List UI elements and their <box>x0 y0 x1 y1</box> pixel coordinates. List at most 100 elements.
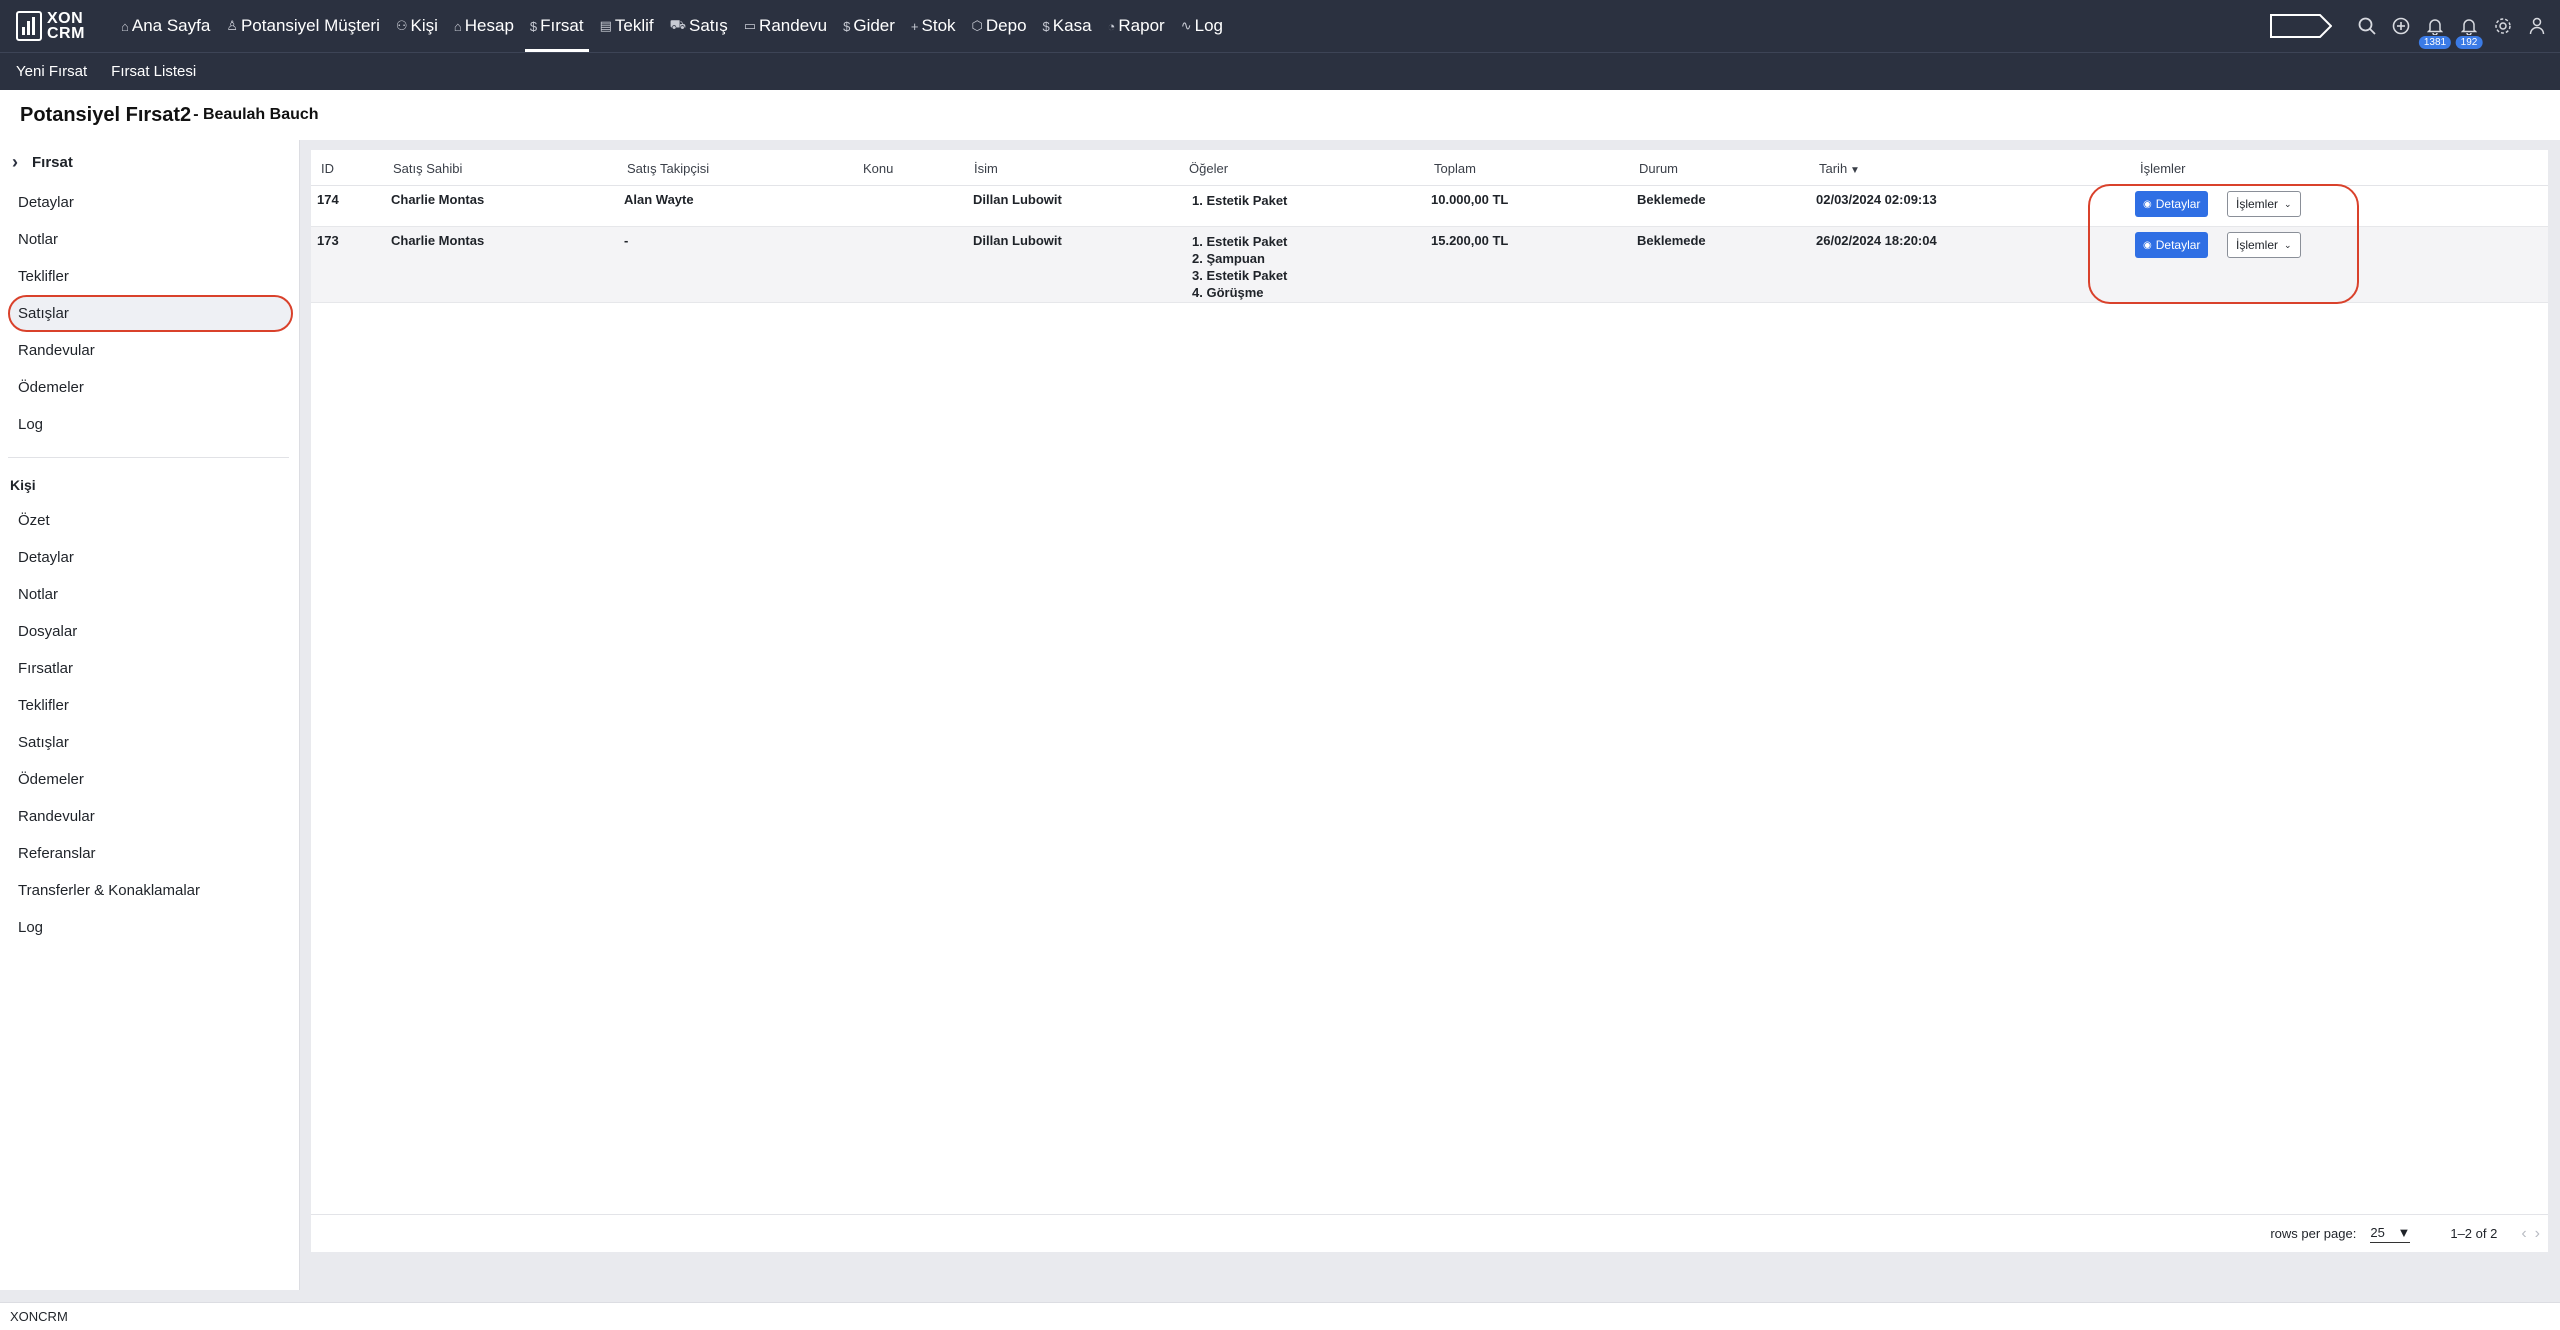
nav-item[interactable]: ⬡ Depo <box>967 0 1032 52</box>
sidebar-item[interactable]: Transferler & Konaklamalar <box>0 872 299 909</box>
list-item: 1. Estetik Paket <box>1192 234 1288 249</box>
cell-date: 02/03/2024 02:09:13 <box>1816 192 1937 207</box>
nav-item[interactable]: $ Fırsat <box>524 0 589 52</box>
table-row: 174 Charlie Montas Alan Wayte Dillan Lubowi… <box>311 186 2548 227</box>
nav-item[interactable]: ♙ Potansiyel Müşteri <box>221 0 385 52</box>
main-nav: ⌂ Ana Sayfa ♙ Potansiyel Müşteri ⚇ Kişi ⌂ Hesap… <box>116 0 1234 52</box>
actions-button-label: İşlemler <box>2236 238 2279 252</box>
sidebar-item[interactable]: Teklifler <box>0 258 299 295</box>
sidebar-item[interactable]: Notlar <box>0 576 299 613</box>
logo-text-line2: CRM <box>47 25 85 42</box>
column-header: İşlemler <box>2140 161 2186 176</box>
sidebar-item[interactable]: Detaylar <box>0 539 299 576</box>
details-button[interactable]: ◉ Detaylar <box>2135 232 2209 258</box>
nav-item[interactable]: ⌂ Ana Sayfa <box>116 0 215 52</box>
tag-icon[interactable] <box>2270 14 2332 38</box>
building-icon: ⌂ <box>453 18 462 34</box>
chevron-down-icon: ⌄ <box>2284 239 2292 250</box>
sidebar-item[interactable]: Dosyalar <box>0 613 299 650</box>
cell-status: Beklemede <box>1637 233 1706 248</box>
next-page-icon[interactable]: › <box>2535 1225 2540 1243</box>
list-item: 2. Şampuan <box>1192 251 1265 266</box>
bell-icon[interactable]: 1381 <box>2418 0 2452 52</box>
details-button-label: Detaylar <box>2155 238 2201 252</box>
sidebar-item[interactable]: Ödemeler <box>0 369 299 406</box>
top-navbar: XON CRM ⌂ Ana Sayfa ♙ Potansiyel Müşteri ⚇ Ki… <box>0 0 2560 52</box>
nav-item[interactable]: $ Kasa <box>1038 0 1097 52</box>
sidebar-item[interactable]: Özet <box>0 502 299 539</box>
search-icon[interactable] <box>2350 0 2384 52</box>
cell-items: 1. Estetik Paket <box>1192 192 1287 209</box>
cell-id: 174 <box>317 192 339 207</box>
details-button[interactable]: ◉ Detaylar <box>2135 191 2209 217</box>
nav-item[interactable]: ◔ Rapor <box>1103 0 1170 52</box>
sidebar-section-title: Kişi <box>10 477 36 493</box>
sidebar-item[interactable]: Ödemeler <box>0 761 299 798</box>
sidebar-header[interactable]: › Fırsat <box>0 140 299 184</box>
sidebar-group-contact: Özet Detaylar Notlar Dosyalar Fırsatlar Tekli… <box>0 502 299 946</box>
nav-item[interactable]: ▭ Randevu <box>739 0 832 52</box>
sidebar-item[interactable]: Randevular <box>0 798 299 835</box>
cell-owner: Charlie Montas <box>391 233 485 248</box>
sidebar-item[interactable]: Log <box>0 406 299 443</box>
logo-chart-icon <box>16 11 42 41</box>
nav-item[interactable]: ∿ Log <box>1176 0 1228 52</box>
list-item: 3. Estetik Paket <box>1192 268 1288 283</box>
sidebar-item[interactable]: Randevular <box>0 332 299 369</box>
nav-item[interactable]: ▤ Teklif <box>595 0 659 52</box>
pagination-bar: rows per page: 25 ▼ 1–2 of 2 ‹ › <box>311 1214 2548 1252</box>
nav-item[interactable]: ⛟ Satış <box>665 0 733 52</box>
pagination-range: 1–2 of 2 <box>2450 1226 2498 1241</box>
dollar-icon: $ <box>1042 18 1050 34</box>
footer: XONCRM <box>0 1302 2560 1330</box>
sidebar-group-opportunity: Detaylar Notlar Teklifler Satışlar Randevula… <box>0 184 299 443</box>
person-icon: ♙ <box>226 18 238 33</box>
nav-item[interactable]: + Stok <box>906 0 961 52</box>
sidebar-item[interactable]: Satışlar <box>0 724 299 761</box>
nav-item-label: Kişi <box>410 16 438 35</box>
cell-total: 10.000,00 TL <box>1431 192 1509 207</box>
page-title: Potansiyel Fırsat2 <box>20 103 192 126</box>
new-opportunity-link[interactable]: Yeni Fırsat <box>16 63 87 80</box>
sidebar-item[interactable]: Notlar <box>0 221 299 258</box>
nav-item[interactable]: ⌂ Hesap <box>449 0 519 52</box>
top-right-tools: 1381 192 <box>2270 0 2560 52</box>
app-logo[interactable]: XON CRM <box>16 8 86 44</box>
sidebar-item[interactable]: Fırsatlar <box>0 650 299 687</box>
sidebar: › Fırsat Detaylar Notlar Teklifler Satışlar… <box>0 140 300 1290</box>
gear-icon[interactable] <box>2486 0 2520 52</box>
sidebar-item[interactable]: Satışlar <box>8 295 293 332</box>
add-circle-icon[interactable] <box>2384 0 2418 52</box>
sidebar-item[interactable]: Detaylar <box>0 184 299 221</box>
bell-icon[interactable]: 192 <box>2452 0 2486 52</box>
chevron-down-icon: ⌄ <box>2284 198 2292 209</box>
nav-item-label: Teklif <box>614 16 654 35</box>
cell-date: 26/02/2024 18:20:04 <box>1816 233 1937 248</box>
column-header: Satış Takipçisi <box>627 161 710 176</box>
actions-dropdown-button[interactable]: İşlemler ⌄ <box>2227 191 2301 217</box>
cell-status: Beklemede <box>1637 192 1706 207</box>
column-header: Toplam <box>1434 161 1476 176</box>
notification-badge: 192 <box>2455 36 2483 49</box>
cell-items: 1. Estetik Paket 2. Şampuan 3. Estetik Pak… <box>1192 233 1287 301</box>
rows-per-page-select[interactable]: 25 ▼ <box>2370 1225 2411 1243</box>
table-row: 173 Charlie Montas - Dillan Lubowit 1. Estet… <box>311 227 2548 303</box>
sidebar-item[interactable]: Referanslar <box>0 835 299 872</box>
column-header[interactable]: Tarih <box>1819 161 1860 176</box>
opportunity-list-link[interactable]: Fırsat Listesi <box>111 63 196 80</box>
prev-page-icon[interactable]: ‹ <box>2521 1225 2526 1243</box>
page-header: Potansiyel Fırsat2 - Beaulah Bauch <box>0 90 2560 140</box>
warehouse-icon: ⬡ <box>971 18 983 33</box>
activity-icon: ∿ <box>1180 18 1192 33</box>
cell-name: Dillan Lubowit <box>973 192 1062 207</box>
sales-table-panel: ID Satış Sahibi Satış Takipçisi Konu İsim Öğe… <box>311 150 2548 1252</box>
sidebar-item[interactable]: Log <box>0 909 299 946</box>
sidebar-item[interactable]: Teklifler <box>0 687 299 724</box>
user-icon[interactable] <box>2520 0 2554 52</box>
nav-item-label: Log <box>1194 16 1223 35</box>
nav-item[interactable]: $ Gider <box>838 0 900 52</box>
actions-dropdown-button[interactable]: İşlemler ⌄ <box>2227 232 2301 258</box>
chevron-right-icon: › <box>12 151 18 172</box>
nav-item[interactable]: ⚇ Kişi <box>391 0 443 52</box>
column-header: Satış Sahibi <box>393 161 463 176</box>
